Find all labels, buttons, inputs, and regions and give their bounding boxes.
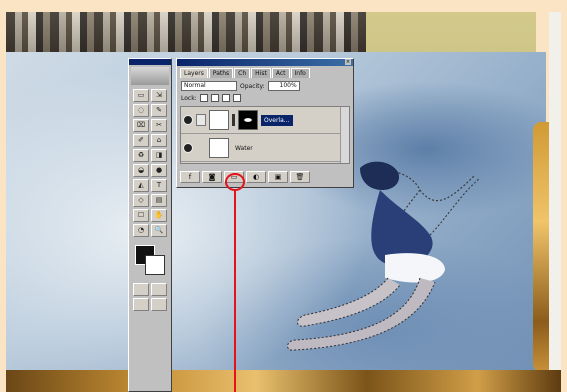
gradient-tool-icon[interactable]: ◒ — [133, 164, 149, 177]
zoom-tool-icon[interactable]: 🔍 — [151, 224, 167, 237]
lock-row: Lock: — [177, 91, 353, 102]
move-tool-icon[interactable]: ⇲ — [151, 89, 167, 102]
path-tool-icon[interactable]: ◭ — [133, 179, 149, 192]
white-border-strip — [549, 12, 561, 392]
tab-actions[interactable]: Act — [271, 68, 290, 78]
blend-mode-select[interactable]: Normal — [181, 81, 237, 91]
layers-panel-title-bar[interactable]: × — [177, 59, 353, 66]
pen-tool-icon[interactable]: ◇ — [133, 194, 149, 207]
dodge-tool-icon[interactable]: ● — [151, 164, 167, 177]
callout-line — [234, 191, 236, 392]
tab-channels[interactable]: Ch — [234, 68, 251, 78]
lock-image-checkbox[interactable] — [210, 94, 219, 102]
layer-thumbnail — [209, 138, 229, 158]
standard-mode-icon[interactable] — [133, 283, 149, 296]
layer-mask-thumbnail[interactable] — [238, 110, 258, 130]
layers-panel: × Layers Paths Ch Hist Act Info Normal O… — [176, 58, 354, 188]
opacity-input[interactable]: 100% — [267, 81, 300, 91]
add-layer-mask-button[interactable]: ◙ — [202, 171, 222, 183]
color-swatches — [133, 245, 167, 275]
stamp-tool-icon[interactable]: ⌂ — [151, 134, 167, 147]
gold-frame-bottom — [6, 370, 561, 392]
eye-icon[interactable] — [183, 115, 193, 125]
toolbox-panel: ▭ ⇲ ◌ ✎ ⌧ ✂ ✐ ⌂ ♻ ◨ ◒ ● ◭ T ◇ ▤ ☐ ✋ ◔ 🔍 — [128, 58, 172, 392]
eraser-tool-icon[interactable]: ◨ — [151, 149, 167, 162]
trash-icon[interactable]: 🗑 — [290, 171, 310, 183]
slice-tool-icon[interactable]: ✂ — [151, 119, 167, 132]
layer-name: Water — [235, 144, 253, 152]
toolbox-title-bar[interactable] — [129, 59, 171, 65]
blend-row: Normal Opacity: 100% — [177, 78, 353, 91]
lock-position-checkbox[interactable] — [221, 94, 230, 102]
marquee-tool-icon[interactable]: ▭ — [133, 89, 149, 102]
history-brush-icon[interactable]: ♻ — [133, 149, 149, 162]
lock-all-checkbox[interactable] — [232, 94, 241, 102]
layer-row-overlay[interactable]: Overla... — [181, 107, 343, 134]
tab-layers[interactable]: Layers — [180, 68, 208, 78]
toolbox-logo — [131, 67, 169, 85]
layer-style-button[interactable]: f — [180, 171, 200, 183]
lock-transparency-checkbox[interactable] — [199, 94, 208, 102]
background-color-swatch[interactable] — [145, 255, 165, 275]
panel-tabs: Layers Paths Ch Hist Act Info — [177, 66, 353, 78]
brush-slot — [196, 142, 206, 154]
notes-tool-icon[interactable]: ☐ — [133, 209, 149, 222]
opacity-label: Opacity: — [240, 82, 265, 90]
brush-tool-icon[interactable]: ✐ — [133, 134, 149, 147]
layer-row-water[interactable]: Water — [181, 135, 343, 162]
layer-name: Overla... — [261, 114, 293, 126]
eyedropper-tool-icon[interactable]: ◔ — [133, 224, 149, 237]
layer-list-scrollbar[interactable] — [340, 107, 349, 163]
eye-icon[interactable] — [183, 143, 193, 153]
type-tool-icon[interactable]: T — [151, 179, 167, 192]
quickmask-mode-icon[interactable] — [151, 283, 167, 296]
dancer-figure — [287, 161, 481, 351]
mode-buttons — [129, 281, 171, 313]
close-icon[interactable]: × — [345, 59, 351, 65]
layer-list: Overla... Water — [180, 106, 350, 164]
fullscreen-mode-icon[interactable] — [151, 298, 167, 311]
tab-paths[interactable]: Paths — [208, 68, 234, 78]
crop-tool-icon[interactable]: ⌧ — [133, 119, 149, 132]
lasso-tool-icon[interactable]: ◌ — [133, 104, 149, 117]
adjustment-layer-button[interactable]: ◐ — [246, 171, 266, 183]
magic-wand-icon[interactable]: ✎ — [151, 104, 167, 117]
gold-frame-right — [533, 122, 549, 372]
tool-grid: ▭ ⇲ ◌ ✎ ⌧ ✂ ✐ ⌂ ♻ ◨ ◒ ● ◭ T ◇ ▤ ☐ ✋ ◔ 🔍 — [129, 87, 171, 239]
shape-tool-icon[interactable]: ▤ — [151, 194, 167, 207]
brush-icon — [196, 114, 206, 126]
tab-history[interactable]: Hist — [251, 68, 271, 78]
panel-bottom-buttons: f ◙ ▭ ◐ ▣ 🗑 — [180, 171, 310, 183]
new-layer-button[interactable]: ▣ — [268, 171, 288, 183]
hand-tool-icon[interactable]: ✋ — [151, 209, 167, 222]
layer-thumbnail — [209, 110, 229, 130]
highlight-circle — [225, 173, 245, 191]
lock-label: Lock: — [181, 94, 197, 102]
screen-mode-icon[interactable] — [133, 298, 149, 311]
link-chain-icon[interactable] — [232, 114, 235, 126]
tab-info[interactable]: Info — [290, 68, 310, 78]
